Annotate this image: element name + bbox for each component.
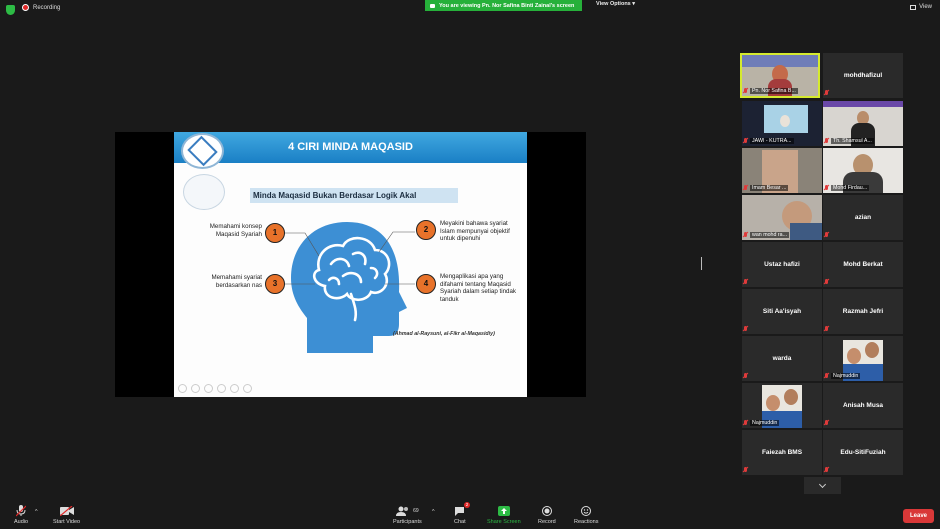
slides-grid-icon[interactable] xyxy=(217,384,226,393)
chat-icon: 2 xyxy=(454,502,471,517)
smiley-icon xyxy=(581,505,592,517)
point-number-1: 1 xyxy=(265,223,285,243)
participant-tile[interactable]: wan mohd ra... xyxy=(742,195,822,240)
point-text-2: Meyakini bahawa syariat Islam mempunyai … xyxy=(440,220,510,242)
participant-tile[interactable]: Th. Shamsul A... xyxy=(823,101,903,146)
mic-muted-icon xyxy=(824,279,829,285)
mic-muted-icon xyxy=(824,138,829,144)
chevron-down-icon xyxy=(818,480,827,488)
gallery-scroll-down-button[interactable] xyxy=(804,477,841,494)
prev-slide-icon[interactable] xyxy=(178,384,187,393)
point-text-4: Mengaplikasi apa yang difahami tentang M… xyxy=(440,273,517,303)
mic-muted-icon xyxy=(743,279,748,285)
share-screen-icon xyxy=(497,505,510,517)
next-slide-icon[interactable] xyxy=(191,384,200,393)
view-options-button[interactable]: View Options ▾ xyxy=(596,1,635,7)
mic-muted-icon xyxy=(743,420,748,426)
recording-label: Recording xyxy=(33,4,61,11)
viewing-banner: You are viewing Pn. Nor Safina Binti Zai… xyxy=(425,0,582,11)
point-number-2: 2 xyxy=(416,220,436,240)
point-number-3: 3 xyxy=(265,274,285,294)
participant-tile[interactable]: Razmah Jefri xyxy=(823,289,903,334)
participant-tile[interactable]: JAWI - KUTRA... xyxy=(742,101,822,146)
slide-citation: (Ahmad al-Raysuni, al-Fikr al-Maqasidiy) xyxy=(393,331,495,337)
start-video-button[interactable]: Start Video xyxy=(53,505,80,525)
point-number-4: 4 xyxy=(416,274,436,294)
point-text-1: Memahami konsep Maqasid Syariah xyxy=(209,223,262,238)
resize-handle[interactable] xyxy=(701,257,702,270)
mic-muted-icon xyxy=(743,467,748,473)
record-dot-icon xyxy=(22,4,29,11)
mic-muted-icon xyxy=(824,90,829,96)
record-icon xyxy=(541,505,552,517)
screen-share-icon xyxy=(430,3,435,8)
record-button[interactable]: Record xyxy=(538,505,556,525)
mic-muted-icon xyxy=(743,232,748,238)
participant-tile[interactable]: azian xyxy=(823,195,903,240)
participant-tile[interactable]: Siti Aa'isyah xyxy=(742,289,822,334)
top-bar: Recording You are viewing Pn. Nor Safina… xyxy=(0,0,940,20)
mic-muted-icon xyxy=(743,138,748,144)
participant-tile[interactable]: Anisah Musa xyxy=(823,383,903,428)
mic-muted-icon xyxy=(743,326,748,332)
participant-tile[interactable]: mohdhafizul xyxy=(823,53,903,98)
institution-logo-icon xyxy=(181,133,224,169)
chat-badge: 2 xyxy=(463,502,471,508)
meeting-toolbar: Audio ^ Start Video 69 Participants ^ 2 … xyxy=(0,500,940,529)
mic-muted-icon xyxy=(824,185,829,191)
chat-button[interactable]: 2 Chat xyxy=(454,502,471,525)
watermark-logo-icon xyxy=(183,174,225,210)
participant-tile[interactable]: Imam Besar ... xyxy=(742,148,822,193)
mic-icon xyxy=(16,505,27,517)
mic-muted-icon xyxy=(743,88,748,94)
participants-button[interactable]: 69 Participants xyxy=(393,505,422,525)
security-shield-icon[interactable] xyxy=(6,5,15,15)
mic-muted-icon xyxy=(824,232,829,238)
more-options-icon[interactable] xyxy=(243,384,252,393)
head-brain-illustration xyxy=(285,222,415,353)
participant-tile[interactable]: warda xyxy=(742,336,822,381)
mic-muted-icon xyxy=(824,420,829,426)
mic-muted-icon xyxy=(824,373,829,379)
view-button[interactable]: View xyxy=(910,4,932,10)
chevron-up-icon: ^ xyxy=(35,509,38,515)
point-text-3: Memahami syariat berdasarkan nas xyxy=(211,274,262,289)
viewing-banner-text: You are viewing Pn. Nor Safina Binti Zai… xyxy=(439,2,575,9)
share-screen-button[interactable]: Share Screen xyxy=(487,505,521,525)
recording-indicator[interactable]: Recording xyxy=(22,4,60,11)
participant-tile[interactable]: Edu-SitiFuziah xyxy=(823,430,903,475)
pen-icon[interactable] xyxy=(204,384,213,393)
grid-view-icon xyxy=(910,4,917,10)
mic-muted-icon xyxy=(824,467,829,473)
zoom-icon[interactable] xyxy=(230,384,239,393)
participant-tile[interactable]: Mohd Firdau... xyxy=(823,148,903,193)
audio-options-caret[interactable]: ^ xyxy=(35,509,38,515)
participants-icon: 69 xyxy=(396,505,419,517)
participant-tile[interactable]: Najmuddin xyxy=(823,336,903,381)
leave-button[interactable]: Leave xyxy=(903,509,934,523)
participant-tile[interactable]: Pn. Nor Safina B... xyxy=(740,53,820,98)
video-camera-off-icon xyxy=(59,505,74,517)
zoom-meeting-window: Recording You are viewing Pn. Nor Safina… xyxy=(0,0,940,529)
chevron-up-icon: ^ xyxy=(432,509,435,515)
participant-tile[interactable]: Mohd Berkat xyxy=(823,242,903,287)
reactions-button[interactable]: Reactions xyxy=(574,505,598,525)
mic-muted-icon xyxy=(743,185,748,191)
shared-screen: 4 CIRI MINDA MAQASID Minda Maqasid Bukan… xyxy=(115,132,586,397)
slide-subtitle: Minda Maqasid Bukan Berdasar Logik Akal xyxy=(250,188,458,203)
participant-tile[interactable]: Faiezah BMS xyxy=(742,430,822,475)
chevron-down-icon: ▾ xyxy=(632,1,636,7)
participant-tile[interactable]: Najmuddin xyxy=(742,383,822,428)
slide-title: 4 CIRI MINDA MAQASID xyxy=(288,141,413,153)
mic-muted-icon xyxy=(743,373,748,379)
audio-button[interactable]: Audio xyxy=(14,505,28,525)
slide-controls xyxy=(178,384,252,393)
participants-options-caret[interactable]: ^ xyxy=(432,509,435,515)
participant-tile[interactable]: Ustaz hafizi xyxy=(742,242,822,287)
mic-muted-icon xyxy=(824,326,829,332)
presentation-slide: 4 CIRI MINDA MAQASID Minda Maqasid Bukan… xyxy=(174,132,527,397)
participants-count: 69 xyxy=(413,508,419,514)
